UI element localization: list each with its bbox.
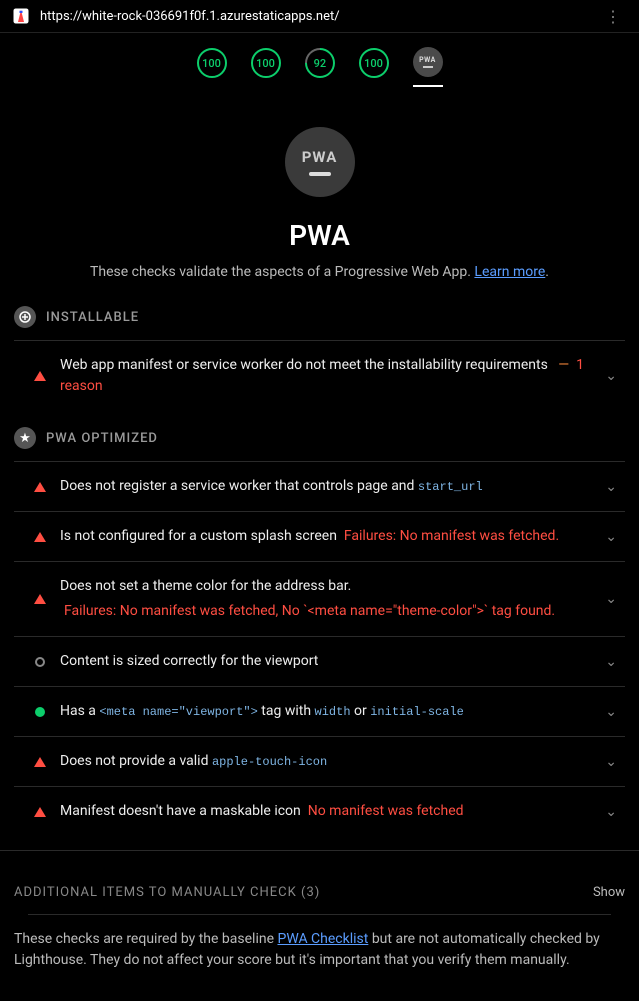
pwa-checklist-link[interactable]: PWA Checklist [277,931,368,947]
chevron-down-icon: ⌄ [605,754,617,770]
chevron-down-icon: ⌄ [605,654,617,670]
fail-icon [34,371,46,381]
pwa-badge-text: PWA [419,56,436,64]
report-content: 100 100 92 100 PWA PWA PWA These checks … [0,32,639,1001]
pwa-hero-badge: PWA [285,127,355,197]
group-title: PWA OPTIMIZED [46,431,158,446]
audit-splash-screen[interactable]: Is not configured for a custom splash sc… [14,511,625,561]
score-value: 100 [364,57,383,70]
fail-icon [34,532,46,542]
group-title: INSTALLABLE [46,310,139,325]
audit-content-viewport[interactable]: Content is sized correctly for the viewp… [14,636,625,686]
lighthouse-icon [12,7,30,25]
fail-icon [34,807,46,817]
additional-description: These checks are required by the baselin… [14,915,625,1001]
audit-text: Manifest doesn't have a maskable icon No… [60,801,591,822]
tab-performance[interactable]: 100 [197,47,227,87]
optimized-section: ★ PWA OPTIMIZED Does not register a serv… [0,411,639,836]
score-value: 92 [313,56,326,69]
page-subtitle: These checks validate the aspects of a P… [0,264,639,280]
audit-text: Has a <meta name="viewport"> tag with wi… [60,701,591,722]
installable-section: INSTALLABLE Web app manifest or service … [0,290,639,411]
audit-installability[interactable]: Web app manifest or service worker do no… [14,340,625,411]
audit-text: Content is sized correctly for the viewp… [60,651,591,672]
hero-section: PWA PWA These checks validate the aspect… [0,97,639,290]
menu-kebab-icon[interactable]: ⋮ [599,7,627,26]
fail-icon [34,594,46,604]
pass-icon [34,707,46,717]
pwa-badge-label: PWA [302,148,338,166]
score-value: 100 [202,57,221,70]
additional-section: ADDITIONAL ITEMS TO MANUALLY CHECK (3) S… [0,850,639,1001]
tab-accessibility[interactable]: 100 [251,47,281,87]
plus-circle-icon [14,306,36,328]
audit-apple-touch-icon[interactable]: Does not provide a valid apple-touch-ico… [14,736,625,786]
chevron-down-icon: ⌄ [605,479,617,495]
neutral-icon [34,657,46,667]
star-circle-icon: ★ [14,427,36,449]
topbar: https://white-rock-036691f0f.1.azurestat… [0,0,639,32]
fail-icon [34,757,46,767]
chevron-down-icon: ⌄ [605,529,617,545]
show-button[interactable]: Show [593,885,625,900]
score-value: 100 [256,57,275,70]
audit-service-worker[interactable]: Does not register a service worker that … [14,461,625,511]
audit-theme-color[interactable]: Does not set a theme color for the addre… [14,561,625,636]
page-title: PWA [0,219,639,252]
tab-pwa[interactable]: PWA [413,47,443,87]
additional-title: ADDITIONAL ITEMS TO MANUALLY CHECK (3) [14,885,320,900]
tab-seo[interactable]: 100 [359,47,389,87]
audit-text: Does not provide a valid apple-touch-ico… [60,751,591,772]
group-header-optimized: ★ PWA OPTIMIZED [14,411,625,461]
chevron-down-icon: ⌄ [605,368,617,384]
page-url: https://white-rock-036691f0f.1.azurestat… [40,9,599,24]
audit-text: Is not configured for a custom splash sc… [60,526,591,547]
chevron-down-icon: ⌄ [605,591,617,607]
category-tabs: 100 100 92 100 PWA [0,33,639,97]
tab-best-practices[interactable]: 92 [305,47,335,87]
learn-more-link[interactable]: Learn more [474,264,545,280]
audit-text: Web app manifest or service worker do no… [60,355,591,397]
audit-meta-viewport[interactable]: Has a <meta name="viewport"> tag with wi… [14,686,625,736]
group-header-installable: INSTALLABLE [14,290,625,340]
audit-text: Does not set a theme color for the addre… [60,576,591,622]
audit-maskable-icon[interactable]: Manifest doesn't have a maskable icon No… [14,786,625,836]
fail-icon [34,482,46,492]
chevron-down-icon: ⌄ [605,704,617,720]
audit-text: Does not register a service worker that … [60,476,591,497]
chevron-down-icon: ⌄ [605,804,617,820]
